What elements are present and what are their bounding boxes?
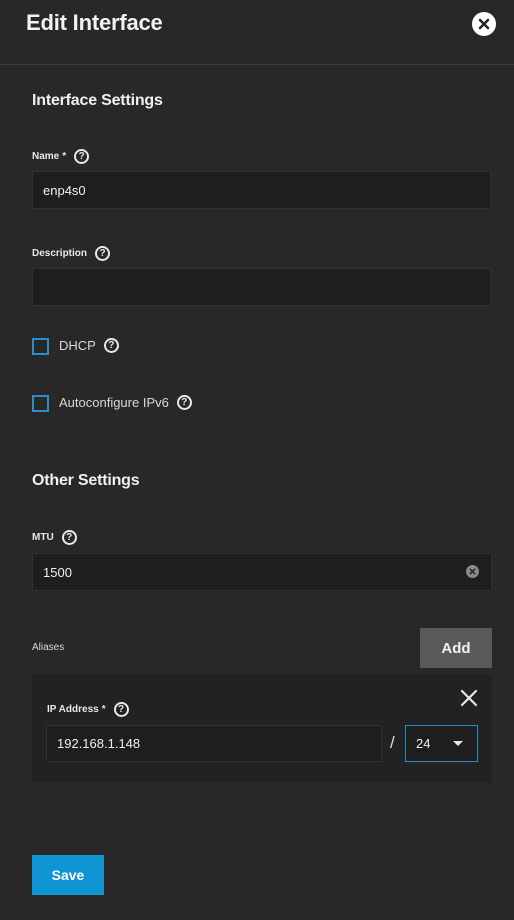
description-help-icon[interactable]: ? xyxy=(95,246,111,261)
dhcp-label: DHCP ? xyxy=(59,338,119,353)
autoconfigure-ipv6-checkbox[interactable] xyxy=(32,395,49,412)
aliases-label: Aliases xyxy=(32,642,65,653)
close-icon xyxy=(478,18,490,30)
autoconfigure-ipv6-label: Autoconfigure IPv6 ? xyxy=(59,395,192,410)
other-settings-heading: Other Settings xyxy=(32,472,140,489)
name-help-icon[interactable]: ? xyxy=(74,149,90,164)
save-button[interactable]: Save xyxy=(32,855,104,895)
dhcp-checkbox[interactable] xyxy=(32,338,49,355)
ip-address-help-icon[interactable]: ? xyxy=(113,702,129,717)
ip-address-input[interactable]: 192.168.1.148 xyxy=(46,725,382,762)
remove-alias-button[interactable] xyxy=(460,689,478,707)
name-label: Name * ? xyxy=(32,149,90,164)
mtu-label: MTU ? xyxy=(32,530,77,545)
interface-settings-heading: Interface Settings xyxy=(32,92,163,109)
dialog-title: Edit Interface xyxy=(26,10,163,35)
description-input[interactable] xyxy=(32,268,491,306)
clear-mtu-icon[interactable] xyxy=(466,565,479,578)
autoconfigure-ipv6-help-icon[interactable]: ? xyxy=(176,395,192,410)
clear-x-icon xyxy=(469,568,476,575)
add-alias-button[interactable]: Add xyxy=(420,628,492,668)
netmask-separator: / xyxy=(390,733,395,752)
ip-address-label: IP Address * ? xyxy=(47,702,129,717)
close-icon xyxy=(460,689,478,707)
description-label: Description ? xyxy=(32,246,111,261)
dhcp-help-icon[interactable]: ? xyxy=(103,338,119,353)
netmask-select[interactable]: 24 xyxy=(405,725,478,762)
mtu-help-icon[interactable]: ? xyxy=(61,530,77,545)
dialog-header: Edit Interface xyxy=(0,0,514,65)
name-input[interactable]: enp4s0 xyxy=(32,171,491,209)
mtu-input[interactable]: 1500 xyxy=(32,553,492,591)
close-dialog-button[interactable] xyxy=(472,12,496,36)
chevron-down-icon xyxy=(453,741,463,746)
